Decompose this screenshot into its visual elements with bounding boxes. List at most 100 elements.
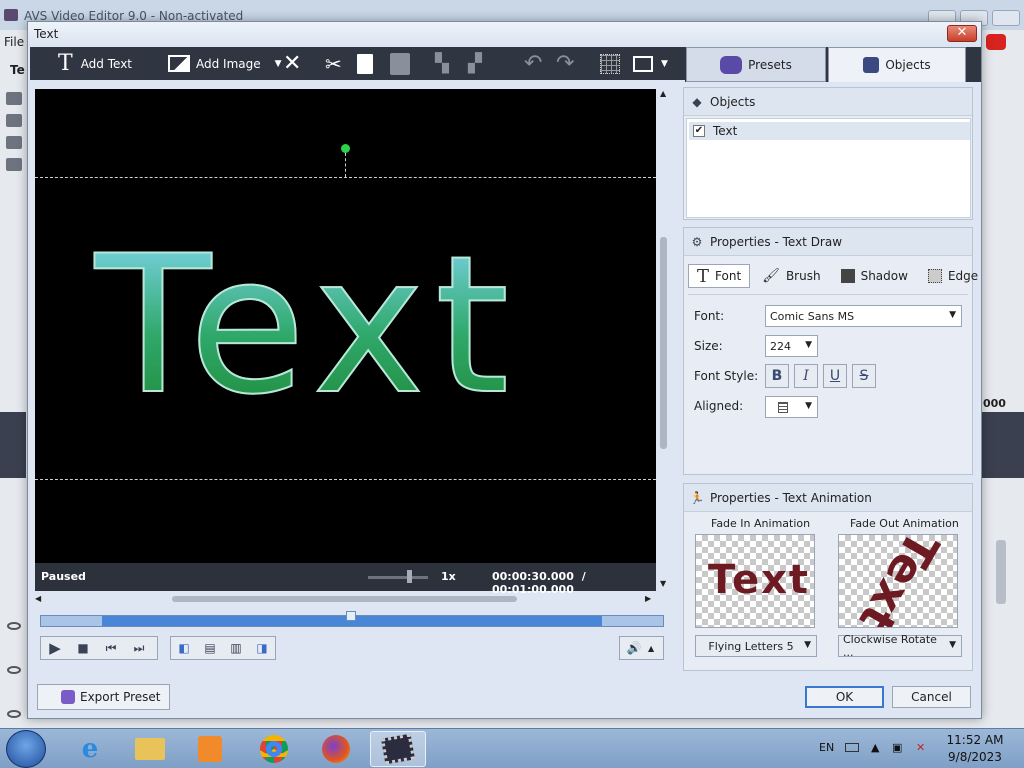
export-preset-button[interactable]: Export Preset (37, 684, 170, 710)
folder-icon[interactable] (6, 136, 22, 149)
scroll-down-icon[interactable]: ▼ (660, 579, 666, 588)
chevron-down-icon[interactable]: ▼ (275, 59, 282, 69)
subtab-brush[interactable]: 🖌 Brush (754, 264, 828, 288)
stop-button[interactable]: ■ (69, 637, 97, 659)
scroll-right-icon[interactable]: ▶ (645, 594, 651, 603)
export-preset-icon (61, 690, 75, 704)
bring-forward-button[interactable]: ▚ (435, 47, 449, 80)
language-indicator[interactable]: EN (819, 741, 834, 754)
speed-slider-track[interactable] (368, 576, 428, 579)
tab-objects[interactable]: Objects (828, 47, 966, 82)
volume-button[interactable]: 🔊 (620, 637, 648, 659)
preview-canvas[interactable]: Text (35, 89, 656, 563)
playback-status: Paused (41, 570, 86, 583)
previous-frame-button[interactable]: ⏮ (97, 637, 125, 659)
dialog-close-button[interactable]: ✕ (947, 25, 977, 42)
list-item[interactable]: ✔ Text (689, 122, 970, 140)
playback-controls: ▶ ■ ⏮ ⏭ (40, 636, 158, 660)
font-select[interactable]: Comic Sans MS ▼ (765, 305, 962, 327)
play-button[interactable]: ▶ (41, 637, 69, 659)
taskbar-firefox[interactable] (308, 731, 364, 767)
chevron-down-icon[interactable]: ▼ (661, 59, 668, 69)
taskbar-media-player[interactable] (182, 731, 238, 767)
send-backward-button[interactable]: ▞ (468, 47, 482, 80)
start-button[interactable] (6, 730, 46, 768)
redo-icon: ↷ (556, 51, 575, 76)
network-icon[interactable]: ▣ (892, 741, 902, 754)
paste-button[interactable] (390, 47, 410, 80)
background-tab[interactable]: Te (10, 63, 25, 77)
next-frame-button[interactable]: ⏭ (125, 637, 153, 659)
mark-in-button[interactable]: ◧ (171, 637, 197, 659)
scroll-left-icon[interactable]: ◀ (35, 594, 41, 603)
display-mode-button[interactable]: ▼ (633, 47, 668, 80)
align-select[interactable]: ▼ (765, 396, 818, 418)
rotate-handle[interactable] (341, 144, 350, 153)
undo-button[interactable]: ↶ (524, 47, 542, 80)
vertical-scroll-thumb[interactable] (660, 237, 667, 449)
speed-slider-knob[interactable] (407, 570, 412, 583)
mark-segment-button[interactable]: ▤ (197, 637, 223, 659)
system-clock[interactable]: 11:52 AM 9/8/2023 (940, 732, 1010, 766)
timeline-bar[interactable] (40, 611, 664, 627)
background-scrollbar[interactable] (996, 540, 1006, 604)
italic-button[interactable]: I (794, 364, 818, 388)
horizontal-scroll-thumb[interactable] (172, 596, 517, 602)
taskbar-file-explorer[interactable] (122, 731, 178, 767)
add-text-button[interactable]: T Add Text (58, 47, 132, 80)
delete-button[interactable]: ✕ (283, 47, 301, 80)
mark-out-button[interactable]: ◨ (249, 637, 275, 659)
fade-out-preview[interactable]: Text (838, 534, 958, 628)
fade-out-select[interactable]: Clockwise Rotate ... ▼ (838, 633, 962, 659)
taskbar-internet-explorer[interactable]: e (62, 731, 118, 767)
scroll-up-icon[interactable]: ▲ (660, 89, 666, 98)
ok-button[interactable]: OK (805, 686, 884, 708)
taskbar-avs-video-editor[interactable] (370, 731, 426, 767)
add-image-label: Add Image (196, 56, 261, 71)
tab-presets[interactable]: Presets (686, 47, 826, 82)
mark-segment-2-button[interactable]: ▥ (223, 637, 249, 659)
underline-button[interactable]: U (823, 364, 847, 388)
youtube-icon[interactable] (986, 34, 1006, 50)
preview-horizontal-scrollbar[interactable]: ◀ ▶ (35, 593, 656, 605)
skip-forward-icon: ⏭ (133, 640, 145, 655)
gear-icon: ⚙ (691, 234, 703, 249)
cancel-button[interactable]: Cancel (892, 686, 971, 708)
windows-taskbar: e EN ▲ ▣ ✕ 11:52 AM 9/8/2023 (0, 728, 1024, 768)
add-image-button[interactable]: Add Image ▼ (168, 47, 282, 80)
fade-in-preview[interactable]: Text (695, 534, 815, 628)
close-button[interactable] (992, 10, 1020, 26)
timeline-position-marker[interactable] (346, 611, 356, 621)
copy-button[interactable] (357, 47, 373, 80)
clock-time: 11:52 AM (946, 733, 1004, 747)
size-select[interactable]: 224 ▼ (765, 335, 818, 357)
show-hidden-icons-icon[interactable]: ▲ (871, 741, 879, 754)
redo-button[interactable]: ↷ (556, 47, 574, 80)
folder-icon[interactable] (6, 92, 22, 105)
font-label: Font: (694, 309, 725, 323)
chevron-up-icon[interactable]: ▲ (648, 644, 654, 653)
eye-icon[interactable] (7, 622, 21, 630)
menu-file[interactable]: File (4, 35, 24, 49)
keyboard-icon[interactable] (845, 742, 859, 755)
preview-text-object[interactable]: Text (94, 230, 519, 422)
fade-in-select[interactable]: Flying Letters 5 ▼ (695, 635, 817, 657)
cut-button[interactable]: ✂ (325, 47, 342, 80)
subtab-font[interactable]: T Font (688, 264, 751, 288)
preview-vertical-scrollbar[interactable]: ▲ ▼ (658, 89, 670, 591)
grid-button[interactable] (600, 47, 620, 80)
taskbar-chrome[interactable] (246, 731, 302, 767)
subtab-shadow[interactable]: Shadow (833, 264, 916, 288)
film-strip-icon (380, 733, 416, 765)
font-style-group: B I U S (765, 364, 885, 390)
subtab-edge[interactable]: Edge (920, 264, 986, 288)
volume-muted-icon[interactable]: ✕ (916, 741, 925, 754)
object-visibility-checkbox[interactable]: ✔ (693, 125, 705, 137)
strikethrough-button[interactable]: S (852, 364, 876, 388)
folder-icon[interactable] (6, 114, 22, 127)
volume-control[interactable]: 🔊 ▲ (619, 636, 664, 660)
bold-button[interactable]: B (765, 364, 789, 388)
folder-icon[interactable] (6, 158, 22, 171)
eye-icon[interactable] (7, 666, 21, 674)
eye-icon[interactable] (7, 710, 21, 718)
